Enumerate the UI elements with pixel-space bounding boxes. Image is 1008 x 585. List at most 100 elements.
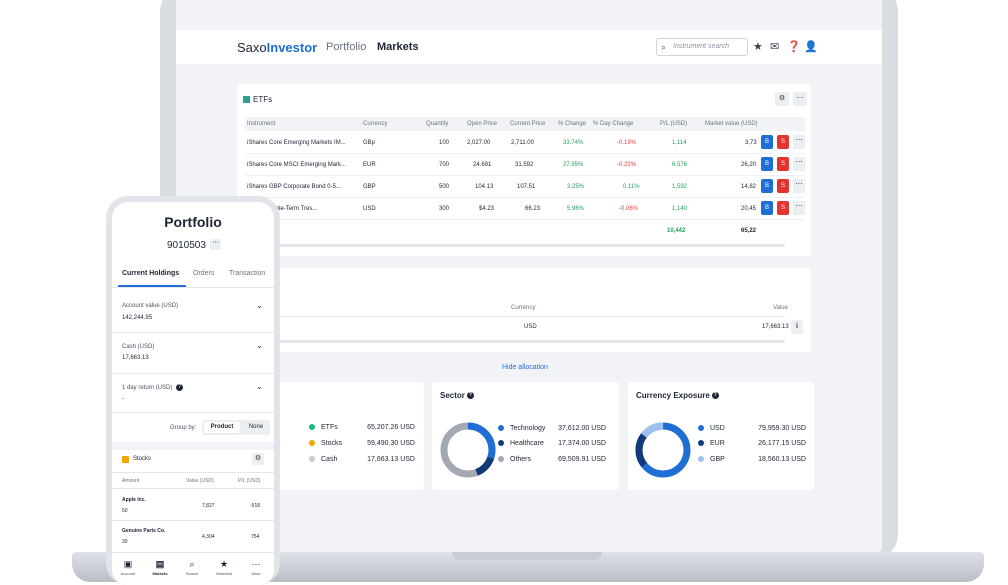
account-number[interactable]: 9010503 <box>167 240 206 251</box>
search-placeholder: Instrument search <box>673 43 730 50</box>
horizontal-scrollbar[interactable] <box>245 340 785 343</box>
laptop-notch <box>452 552 602 560</box>
group-product-button[interactable]: Product <box>204 422 240 433</box>
info-icon[interactable]: i <box>791 320 803 334</box>
row-more-icon[interactable]: ⋯ <box>793 135 805 149</box>
search-icon: ⌕ <box>189 559 195 569</box>
sector-card: Sector? Technology 37,612.00 USD Healthc… <box>432 382 619 490</box>
user-icon[interactable]: 👤 <box>804 40 818 53</box>
saxo-investor-logo[interactable]: SaxoInvestor <box>237 40 317 55</box>
legend-cash: Cash <box>309 456 337 463</box>
nav-account[interactable]: ▣ Account <box>112 559 144 576</box>
laptop-screen: SaxoInvestor Portfolio Markets ⌕ Instrum… <box>176 0 882 552</box>
etf-card-title: ETFs <box>243 95 272 104</box>
cash-card: Currency Value USD 17,663.13 i <box>237 268 811 352</box>
divider <box>112 373 274 374</box>
more-icon: ⋯ <box>251 559 261 569</box>
mail-icon[interactable]: ✉ <box>770 40 779 53</box>
nav-search[interactable]: ⌕ Search <box>176 559 208 576</box>
cash-value: 17,663.13 <box>762 324 789 330</box>
column-current-price[interactable]: Current Price <box>510 121 545 127</box>
search-icon: ⌕ <box>661 42 667 52</box>
buy-button[interactable]: B <box>761 179 773 193</box>
hide-allocation-link[interactable]: Hide allocation <box>502 364 548 371</box>
chevron-down-icon[interactable]: ⌄ <box>256 341 263 350</box>
cash-column-value: Value <box>773 305 788 311</box>
divider <box>112 520 274 521</box>
nav-portfolio[interactable]: Portfolio <box>326 41 366 53</box>
horizontal-scrollbar[interactable] <box>245 244 785 247</box>
chevron-down-icon[interactable]: ⌄ <box>256 301 263 310</box>
buy-button[interactable]: B <box>761 135 773 149</box>
legend-healthcare-value: 17,374.00 USD <box>558 440 606 447</box>
star-icon[interactable]: ★ <box>753 40 763 53</box>
column-quantity[interactable]: Quantity <box>426 121 448 127</box>
account-icon: ▣ <box>123 559 133 569</box>
legend-technology-value: 37,612.00 USD <box>558 425 606 432</box>
column-market-value[interactable]: Market value (USD) <box>705 121 758 127</box>
buy-button[interactable]: B <box>761 201 773 215</box>
etf-icon <box>243 96 250 104</box>
etf-table-header: Instrument Currency Quantity Open Price … <box>245 117 805 131</box>
stock-pl: -518 <box>250 503 261 509</box>
day-return-label: 1 day return (USD) ? <box>122 384 184 391</box>
account-menu-icon[interactable]: ⋯ <box>210 239 221 250</box>
account-value-label: Account value (USD) <box>122 303 179 309</box>
column-open-price[interactable]: Open Price <box>467 121 497 127</box>
legend-gbp-value: 18,560.13 USD <box>758 456 806 463</box>
sell-button[interactable]: S <box>777 135 789 149</box>
stock-name[interactable]: Apple Inc. <box>122 497 146 503</box>
row-more-icon[interactable]: ⋯ <box>793 179 805 193</box>
total-market-value: 65,22 <box>741 228 757 234</box>
group-none-button[interactable]: None <box>244 422 268 433</box>
settings-gear-icon[interactable]: ⚙ <box>252 453 264 465</box>
divider <box>112 412 274 413</box>
top-navigation-bar: SaxoInvestor Portfolio Markets ⌕ Instrum… <box>176 30 882 64</box>
nav-markets[interactable]: ▤ Markets <box>144 559 176 576</box>
stock-name[interactable]: Genuine Parts Co. <box>122 528 165 534</box>
stocks-column-value: Value (USD) <box>186 478 214 484</box>
legend-others: Others <box>498 456 531 463</box>
divider <box>112 332 274 333</box>
tab-transactions[interactable]: Transaction <box>229 270 265 277</box>
cash-value: 17,663.13 <box>122 355 149 361</box>
help-icon: ? <box>176 384 184 391</box>
nav-more[interactable]: ⋯ More <box>240 559 272 576</box>
settings-gear-icon[interactable]: ⚙ <box>775 92 789 106</box>
column-day-change[interactable]: % Day Change <box>593 121 633 127</box>
star-icon: ★ <box>219 559 229 569</box>
table-row[interactable]: iShares GBP Corporate Bond 0-5... GBP 50… <box>245 176 805 198</box>
stock-amount: 30 <box>122 539 128 545</box>
sector-donut <box>440 422 496 478</box>
etf-holdings-card: ETFs ⚙ ⋯ Instrument Currency Quantity Op… <box>237 84 811 256</box>
cash-column-currency: Currency <box>511 305 536 311</box>
column-pl[interactable]: P/L (USD) <box>660 121 687 127</box>
column-instrument[interactable]: Instrument <box>247 121 275 127</box>
legend-eur-value: 26,177.15 USD <box>758 440 806 447</box>
nav-watchlist[interactable]: ★ Watchlist <box>208 559 240 576</box>
chevron-down-icon[interactable]: ⌄ <box>256 382 263 391</box>
instrument-search-input[interactable]: ⌕ Instrument search <box>656 38 748 56</box>
sell-button[interactable]: S <box>777 157 789 171</box>
column-currency[interactable]: Currency <box>363 121 387 127</box>
row-more-icon[interactable]: ⋯ <box>793 157 805 171</box>
stock-value: 7,827 <box>202 503 215 509</box>
column-change[interactable]: % Change <box>558 121 586 127</box>
tab-orders[interactable]: Orders <box>193 270 214 277</box>
cash-currency: USD <box>524 324 537 330</box>
sell-button[interactable]: S <box>777 201 789 215</box>
sell-button[interactable]: S <box>777 179 789 193</box>
tab-current-holdings[interactable]: Current Holdings <box>122 270 179 277</box>
table-row[interactable]: iShares Core MSCI Emerging Mark... EUR 7… <box>245 154 805 176</box>
nav-markets[interactable]: Markets <box>377 41 419 53</box>
row-more-icon[interactable]: ⋯ <box>793 201 805 215</box>
table-row[interactable]: ...ntermediate-Term Tres... USD 300 $4.2… <box>245 198 805 220</box>
help-icon: ? <box>711 392 719 400</box>
more-options-icon[interactable]: ⋯ <box>793 92 807 106</box>
stocks-icon <box>122 456 129 463</box>
group-by-label: Group by: <box>170 425 197 431</box>
buy-button[interactable]: B <box>761 157 773 171</box>
stocks-column-pl: P/L (USD) <box>238 478 261 484</box>
table-row[interactable]: iShares Core Emerging Markets IM... GBp … <box>245 132 805 154</box>
help-icon[interactable]: ❓ <box>787 40 801 53</box>
